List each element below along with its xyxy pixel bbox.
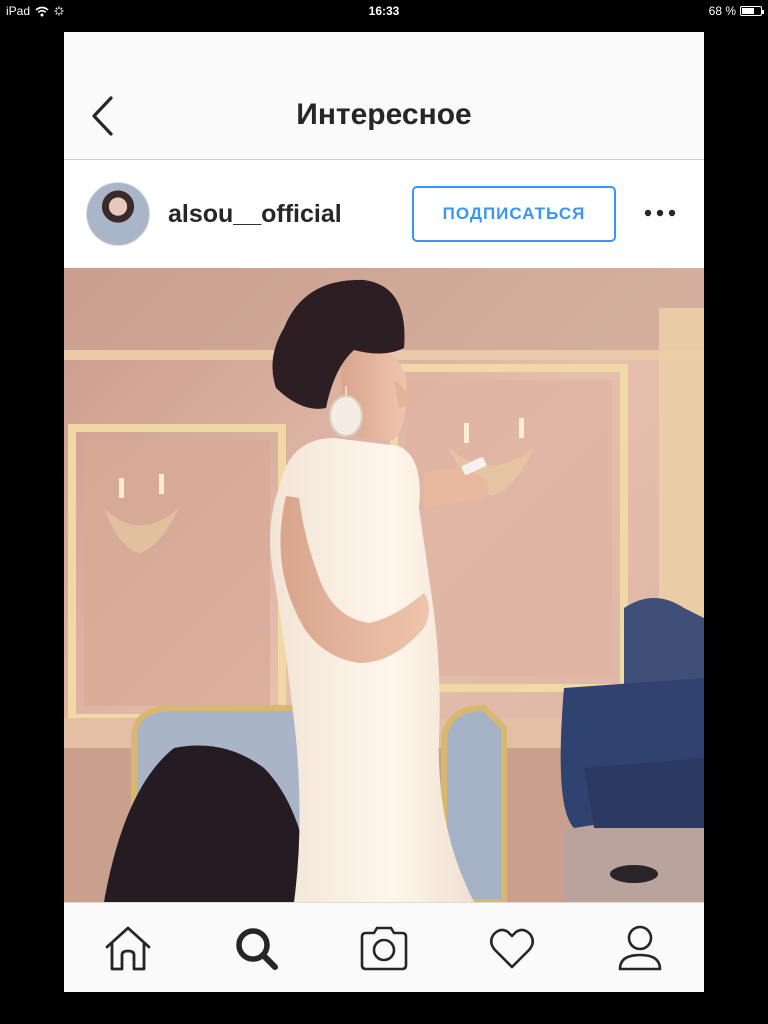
battery-percentage: 68 % [708,4,736,18]
page-title: Интересное [296,98,472,131]
more-dots-icon [644,209,676,217]
instagram-app: Интересное alsou__official ПОДПИСАТЬСЯ [64,32,704,992]
tab-search[interactable] [228,921,284,975]
username-link[interactable]: alsou__official [168,200,342,229]
photo-illustration [64,268,704,902]
profile-icon [618,925,662,971]
tab-profile[interactable] [612,921,668,975]
search-icon [236,928,278,970]
follow-button[interactable]: ПОДПИСАТЬСЯ [412,186,616,242]
camera-icon [360,926,408,971]
home-icon [105,926,151,971]
tab-camera[interactable] [356,921,412,975]
tab-home[interactable] [100,921,156,975]
more-options-button[interactable] [640,198,680,228]
heart-icon [489,928,535,969]
status-bar: iPad 16:33 68 % [0,0,768,22]
tab-activity[interactable] [484,921,540,975]
battery-icon [740,6,764,16]
post-photo[interactable] [64,268,704,902]
avatar[interactable] [86,182,150,246]
navigation-header: Интересное [64,32,704,160]
post-header: alsou__official ПОДПИСАТЬСЯ [64,160,704,268]
bottom-tab-bar [64,902,704,992]
clock: 16:33 [368,4,400,18]
